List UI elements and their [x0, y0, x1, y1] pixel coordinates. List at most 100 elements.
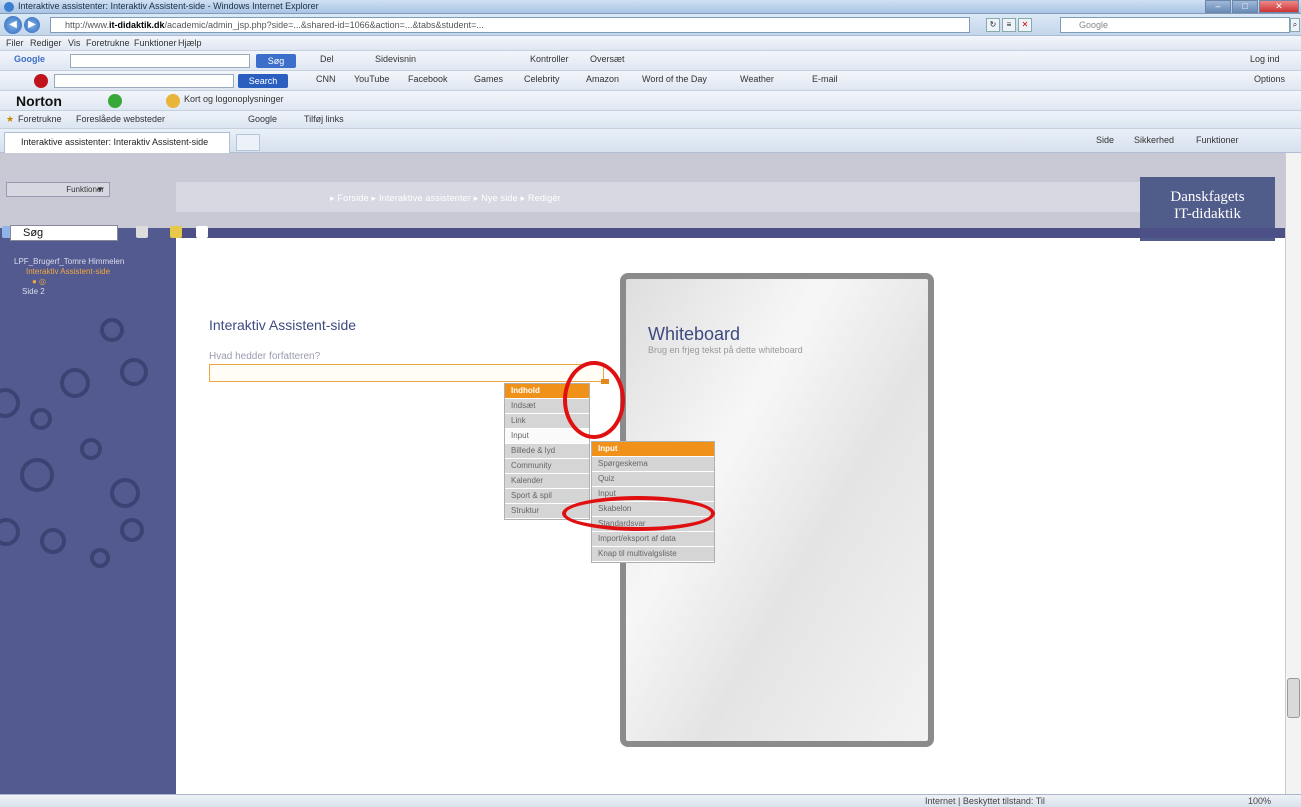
brand-line-1: Danskfagets	[1170, 189, 1245, 205]
print-icon[interactable]	[136, 226, 148, 238]
site-breadcrumb[interactable]: ▸ Forside ▸ Interaktive assistenter ▸ Ny…	[330, 193, 561, 204]
tab-current[interactable]: Interaktive assistenter: Interaktiv Assi…	[4, 132, 230, 153]
yahoo-link-amazon[interactable]: Amazon	[586, 74, 619, 84]
yahoo-link-email[interactable]: E-mail	[812, 74, 838, 84]
google-item-kontroller[interactable]: Kontroller	[530, 54, 569, 64]
yahoo-toolbar: Search CNN YouTube Facebook Games Celebr…	[0, 71, 1301, 91]
webslice-link[interactable]: Tilføj links	[304, 114, 344, 124]
tree-item-current[interactable]: Interaktiv Assistent-side	[14, 267, 164, 277]
funktioner-dropdown[interactable]: Funktioner ▼	[6, 182, 110, 197]
favorites-bar: ★ Foretrukne Foreslåede websteder Google…	[0, 111, 1301, 129]
web-search-input[interactable]: Google	[1060, 17, 1290, 33]
sidebar-tree: LPF_Brugerf_Tomre Himmelen Interaktiv As…	[14, 257, 164, 297]
submenu-header: Input	[592, 442, 714, 457]
google-item-sidevisning[interactable]: Sidevisnin	[375, 54, 416, 64]
command-funktioner[interactable]: Funktioner	[1196, 135, 1239, 145]
folder-icon[interactable]	[170, 226, 182, 238]
menu-item-billede-lyd[interactable]: Billede & lyd	[505, 444, 589, 459]
yahoo-link-games[interactable]: Games	[474, 74, 503, 84]
decor-ring-icon	[80, 438, 102, 460]
answer-input[interactable]	[209, 364, 609, 384]
google-item-oversaet[interactable]: Oversæt	[590, 54, 625, 64]
menu-bar: Filer Rediger Vis Foretrukne Funktioner …	[0, 36, 1301, 51]
yahoo-link-celebrity[interactable]: Celebrity	[524, 74, 560, 84]
mail-icon[interactable]	[196, 226, 208, 238]
submenu-item-quiz[interactable]: Quiz	[592, 472, 714, 487]
norton-logo: Norton	[16, 93, 62, 109]
star-icon: ★	[6, 114, 15, 124]
decor-ring-icon	[20, 458, 54, 492]
refresh-icon[interactable]: ↻	[986, 18, 1000, 32]
forward-button[interactable]: ▶	[24, 17, 40, 33]
yahoo-search-input[interactable]	[54, 74, 234, 88]
yahoo-link-facebook[interactable]: Facebook	[408, 74, 448, 84]
norton-toolbar: Norton Kort og logonoplysninger	[0, 91, 1301, 111]
maximize-button[interactable]: □	[1232, 0, 1258, 13]
menu-filer[interactable]: Filer	[6, 38, 24, 48]
site-toolbar-strip	[0, 228, 1285, 238]
decor-ring-icon	[40, 528, 66, 554]
decor-ring-icon	[0, 388, 20, 418]
sidebar-search-input[interactable]: Søg	[10, 225, 118, 241]
tree-item-root[interactable]: LPF_Brugerf_Tomre Himmelen	[14, 257, 164, 267]
google-logo: Google	[14, 54, 45, 64]
yahoo-options[interactable]: Options	[1254, 74, 1285, 84]
norton-identity-icon	[166, 94, 180, 108]
yahoo-link-youtube[interactable]: YouTube	[354, 74, 389, 84]
address-bar: ◀ ▶ http://www.it-didaktik.dk/academic/a…	[0, 14, 1301, 36]
tree-item-side2[interactable]: Side 2	[14, 287, 164, 297]
url-field[interactable]: http://www.it-didaktik.dk/academic/admin…	[50, 17, 970, 33]
submenu-item-import-eksport[interactable]: Import/eksport af data	[592, 532, 714, 547]
web-page: ▸ Forside ▸ Interaktive assistenter ▸ Ny…	[0, 153, 1285, 794]
submenu-item-knap-multivalg[interactable]: Knap til multivalgsliste	[592, 547, 714, 562]
decor-ring-icon	[0, 518, 20, 546]
compat-icon[interactable]: ≡	[1002, 18, 1016, 32]
google-toolbar: Google Søg Del Sidevisnin Kontroller Ove…	[0, 51, 1301, 71]
submenu-item-spoergeskema[interactable]: Spørgeskema	[592, 457, 714, 472]
back-button[interactable]: ◀	[4, 16, 22, 34]
google-fav-link[interactable]: Google	[248, 114, 277, 124]
google-signin[interactable]: Log ind	[1250, 54, 1280, 64]
page-title: Interaktiv Assistent-side	[209, 317, 357, 333]
annotation-circle	[563, 361, 625, 439]
chevron-down-icon: ▼	[96, 185, 104, 194]
command-side[interactable]: Side	[1096, 135, 1114, 145]
menu-funktioner[interactable]: Funktioner	[134, 38, 177, 48]
decor-ring-icon	[100, 318, 124, 342]
zoom-level[interactable]: 100%	[1248, 796, 1271, 806]
page-scrollbar[interactable]	[1285, 153, 1301, 794]
search-icon[interactable]: ⌕	[1290, 18, 1300, 32]
yahoo-link-weather[interactable]: Weather	[740, 74, 774, 84]
suggested-sites-link[interactable]: Foreslåede websteder	[76, 114, 165, 124]
menu-vis[interactable]: Vis	[68, 38, 80, 48]
menu-item-kalender[interactable]: Kalender	[505, 474, 589, 489]
stop-icon[interactable]: ✕	[1018, 18, 1032, 32]
google-search-input[interactable]	[70, 54, 250, 68]
menu-hjaelp[interactable]: Hjælp	[178, 38, 202, 48]
close-window-button[interactable]: ✕	[1259, 0, 1299, 13]
minimize-button[interactable]: –	[1205, 0, 1231, 13]
question-label: Hvad hedder forfatteren?	[209, 351, 321, 362]
tree-item-icon: ● ◎	[32, 277, 47, 286]
google-search-button[interactable]: Søg	[256, 54, 296, 68]
scrollbar-thumb[interactable]	[1287, 678, 1300, 718]
status-bar: Internet | Beskyttet tilstand: Til 100%	[0, 794, 1301, 807]
decor-ring-icon	[120, 358, 148, 386]
window-title-bar: Interaktive assistenter: Interaktiv Assi…	[0, 0, 1301, 14]
favorites-button[interactable]: Foretrukne	[18, 114, 62, 124]
window-controls: – □ ✕	[1204, 0, 1299, 13]
brand-line-2: IT-didaktik	[1174, 206, 1241, 222]
yahoo-link-cnn[interactable]: CNN	[316, 74, 336, 84]
norton-safe-icon[interactable]	[108, 94, 122, 108]
command-sikkerhed[interactable]: Sikkerhed	[1134, 135, 1174, 145]
norton-identity-safe[interactable]: Kort og logonoplysninger	[184, 94, 284, 104]
menu-item-sport-spil[interactable]: Sport & spil	[505, 489, 589, 504]
menu-item-community[interactable]: Community	[505, 459, 589, 474]
menu-rediger[interactable]: Rediger	[30, 38, 62, 48]
tab-bar: Interaktive assistenter: Interaktiv Assi…	[0, 129, 1301, 153]
google-item-del[interactable]: Del	[320, 54, 334, 64]
menu-foretrukne[interactable]: Foretrukne	[86, 38, 130, 48]
new-tab-button[interactable]	[236, 134, 260, 151]
yahoo-search-button[interactable]: Search	[238, 74, 288, 88]
yahoo-link-wotd[interactable]: Word of the Day	[642, 74, 707, 84]
